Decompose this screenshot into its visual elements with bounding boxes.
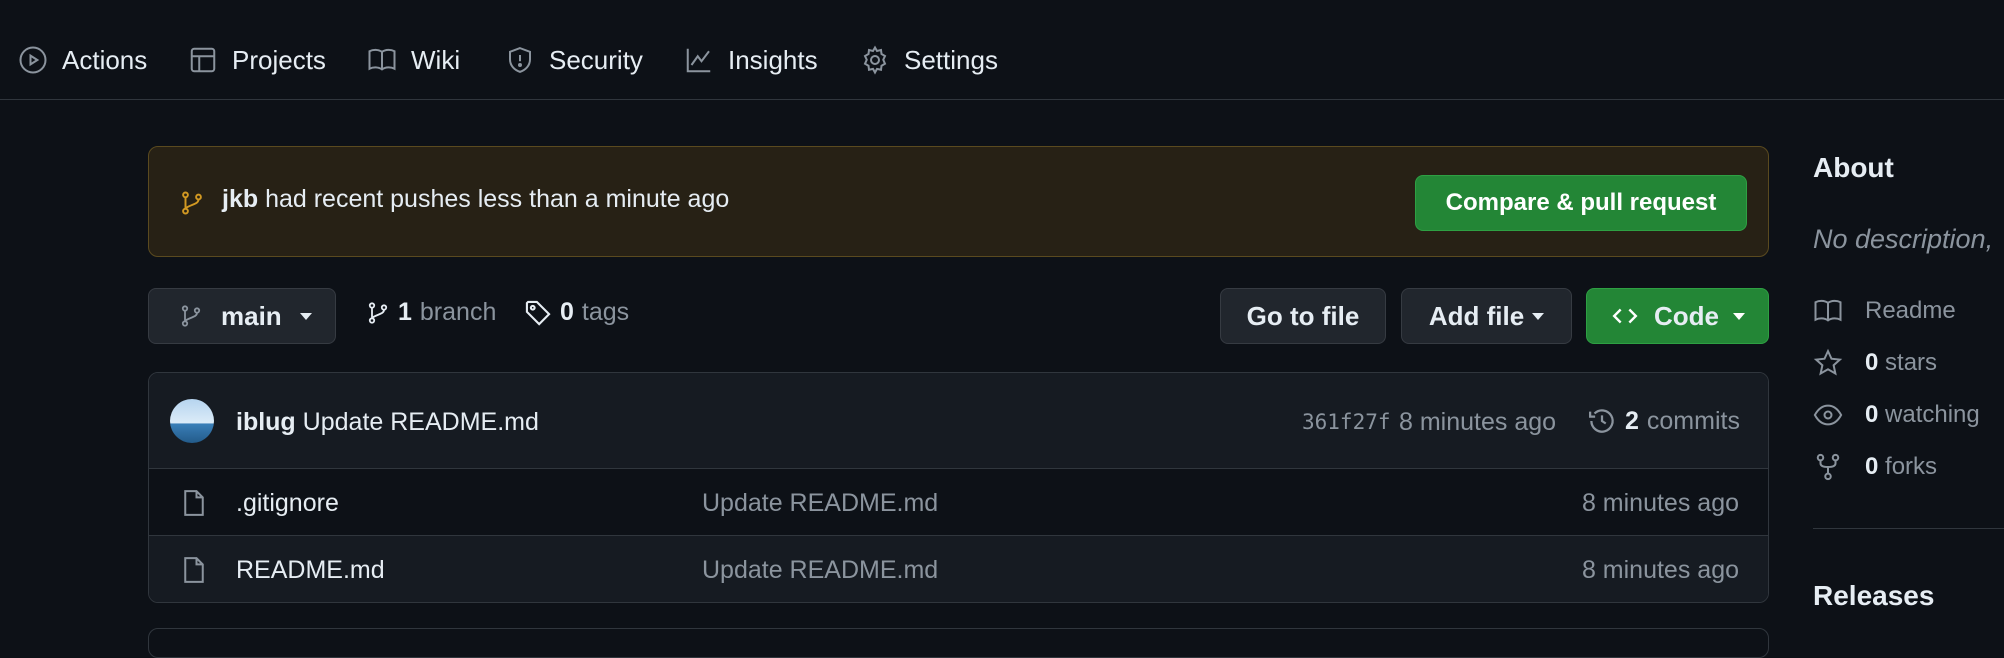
releases-heading[interactable]: Releases bbox=[1813, 580, 1934, 612]
add-file-button[interactable]: Add file bbox=[1401, 288, 1572, 344]
eye-icon bbox=[1813, 400, 1843, 430]
go-to-file-label: Go to file bbox=[1246, 300, 1360, 331]
book-icon bbox=[1813, 296, 1843, 326]
latest-commit-row: iblug Update README.md 361f27f 8 minutes… bbox=[149, 373, 1768, 469]
watching-count: 0 bbox=[1865, 401, 1879, 428]
chevron-down-icon bbox=[299, 312, 312, 320]
branches-link[interactable]: 1 branch bbox=[366, 298, 496, 327]
commit-author[interactable]: iblug bbox=[236, 408, 296, 436]
chevron-down-icon bbox=[1532, 312, 1545, 320]
push-message: jkb had recent pushes less than a minute… bbox=[222, 185, 729, 214]
file-commit-message[interactable]: Update README.md bbox=[702, 489, 938, 518]
nav-security[interactable]: Security bbox=[505, 36, 643, 84]
branch-selector[interactable]: main bbox=[148, 288, 336, 344]
branch-name: main bbox=[221, 300, 282, 331]
nav-actions[interactable]: Actions bbox=[18, 36, 147, 84]
play-circle-icon bbox=[18, 45, 48, 75]
table-row[interactable]: .gitignore Update README.md 8 minutes ag… bbox=[149, 469, 1768, 536]
commit-sha[interactable]: 361f27f bbox=[1302, 410, 1391, 434]
nav-settings[interactable]: Settings bbox=[860, 36, 998, 84]
stars-word: stars bbox=[1885, 349, 1938, 376]
commit-age: 8 minutes ago bbox=[1399, 408, 1557, 436]
code-label: Code bbox=[1654, 300, 1719, 331]
compare-pull-request-button[interactable]: Compare & pull request bbox=[1415, 175, 1747, 231]
chevron-down-icon bbox=[1733, 312, 1745, 320]
push-message-text: had recent pushes less than a minute ago bbox=[258, 185, 730, 213]
add-file-label: Add file bbox=[1428, 300, 1525, 331]
nav-wiki[interactable]: Wiki bbox=[367, 36, 460, 84]
tag-word: tags bbox=[581, 298, 630, 326]
watching-link[interactable]: 0 watching bbox=[1813, 400, 1980, 430]
forks-link[interactable]: 0 forks bbox=[1813, 452, 1937, 482]
about-heading: About bbox=[1813, 152, 1894, 183]
nav-wiki-label: Wiki bbox=[411, 44, 461, 75]
commits-link[interactable]: 2 commits bbox=[1587, 406, 1740, 436]
nav-actions-label: Actions bbox=[62, 44, 148, 75]
commit-count: 2 bbox=[1625, 406, 1639, 435]
tags-link[interactable]: 0 tags bbox=[524, 298, 629, 327]
gear-icon bbox=[860, 45, 890, 75]
shield-icon bbox=[505, 45, 535, 75]
nav-insights[interactable]: Insights bbox=[684, 36, 818, 84]
table-icon bbox=[188, 45, 218, 75]
go-to-file-button[interactable]: Go to file bbox=[1220, 288, 1386, 344]
latest-commit-summary: iblug Update README.md bbox=[236, 408, 539, 437]
file-name[interactable]: .gitignore bbox=[236, 489, 339, 518]
code-button[interactable]: Code bbox=[1586, 288, 1769, 344]
git-branch-icon bbox=[179, 302, 203, 330]
branch-count: 1 bbox=[398, 298, 412, 326]
sidebar-divider bbox=[1813, 528, 2004, 529]
forks-word: forks bbox=[1885, 453, 1938, 480]
fork-icon bbox=[1813, 452, 1843, 482]
git-branch-icon bbox=[179, 188, 205, 218]
repo-nav: Actions Projects Wiki Security Insights … bbox=[0, 0, 2004, 100]
file-name[interactable]: README.md bbox=[236, 556, 385, 585]
history-icon bbox=[1587, 406, 1617, 436]
nav-settings-label: Settings bbox=[904, 44, 998, 75]
graph-icon bbox=[684, 45, 714, 75]
readme-label: Readme bbox=[1865, 297, 1956, 324]
star-icon bbox=[1813, 348, 1843, 378]
repo-description: No description, bbox=[1813, 224, 1994, 254]
file-age: 8 minutes ago bbox=[1581, 489, 1739, 517]
file-table: iblug Update README.md 361f27f 8 minutes… bbox=[148, 372, 1769, 603]
table-row[interactable]: README.md Update README.md 8 minutes ago bbox=[149, 536, 1768, 602]
recent-push-banner: jkb had recent pushes less than a minute… bbox=[148, 146, 1769, 257]
nav-insights-label: Insights bbox=[728, 44, 818, 75]
forks-count: 0 bbox=[1865, 453, 1879, 480]
watching-word: watching bbox=[1885, 401, 1980, 428]
file-age: 8 minutes ago bbox=[1581, 556, 1739, 584]
commit-word: commits bbox=[1646, 406, 1740, 435]
git-branch-icon bbox=[366, 299, 390, 327]
readme-panel bbox=[148, 628, 1769, 658]
stars-link[interactable]: 0 stars bbox=[1813, 348, 1937, 378]
readme-link[interactable]: Readme bbox=[1813, 296, 1956, 326]
commit-message[interactable]: Update README.md bbox=[303, 408, 539, 436]
nav-projects[interactable]: Projects bbox=[188, 36, 326, 84]
push-user[interactable]: jkb bbox=[222, 185, 258, 213]
nav-security-label: Security bbox=[549, 44, 643, 75]
file-commit-message[interactable]: Update README.md bbox=[702, 556, 938, 585]
tag-icon bbox=[524, 299, 552, 327]
book-icon bbox=[367, 45, 397, 75]
stars-count: 0 bbox=[1865, 349, 1879, 376]
code-icon bbox=[1610, 303, 1640, 329]
tag-count: 0 bbox=[560, 298, 574, 326]
avatar[interactable] bbox=[170, 399, 214, 443]
branch-word: branch bbox=[419, 298, 497, 326]
nav-projects-label: Projects bbox=[232, 44, 326, 75]
